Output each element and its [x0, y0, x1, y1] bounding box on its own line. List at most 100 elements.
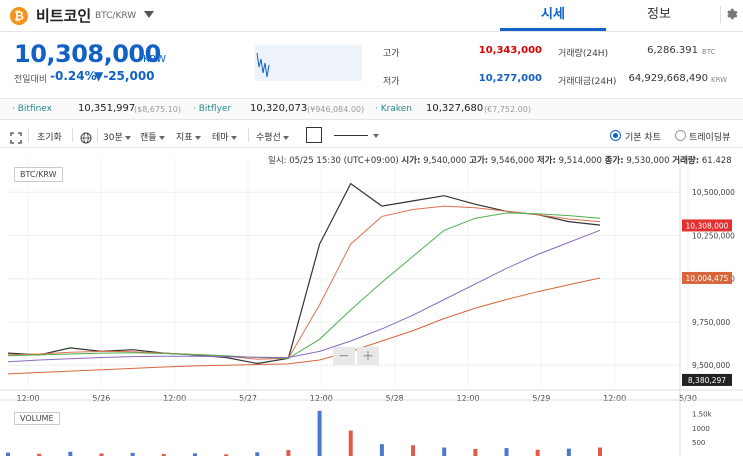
x-tick-label: 12:00 — [16, 394, 39, 403]
y-tick-label: 10,500,000 — [692, 188, 735, 197]
ohlc-open: 9,540,000 — [423, 156, 467, 166]
line-color-picker[interactable] — [306, 127, 322, 143]
volume-bar — [317, 410, 322, 456]
toolbar-divider — [28, 128, 29, 142]
indicator-label: 지표 — [176, 133, 193, 143]
exchange-name: · Kraken — [375, 104, 412, 114]
volume-bar — [411, 445, 416, 456]
volume-bar — [379, 444, 384, 456]
horizontal-line-label: 수평선 — [256, 133, 281, 143]
change-label: 전일대비 — [14, 75, 48, 85]
exchange-sub-price: (¥946,084.00) — [307, 105, 365, 114]
exchange-sub-price: (€7,752.00) — [484, 105, 531, 114]
volume-bar — [68, 451, 73, 456]
coin-pair: BTC/KRW — [95, 11, 137, 21]
interval-label: 30분 — [103, 133, 123, 143]
chevron-down-icon — [124, 135, 131, 140]
x-tick-label: 12:00 — [163, 394, 186, 403]
x-tick-label: 12:00 — [456, 394, 479, 403]
volume-bar — [130, 452, 135, 456]
x-tick-label: 5/27 — [239, 394, 257, 403]
basic-chart-radio[interactable] — [610, 130, 621, 141]
ohlc-date: 05/25 15:30 (UTC+09:00) — [289, 156, 399, 166]
volume-bar — [535, 449, 540, 456]
price-chart[interactable]: 10,500,00010,250,00010,000,0009,750,0009… — [0, 150, 743, 460]
exchange-name: · Bitflyer — [193, 104, 232, 114]
amount-unit: KRW — [711, 76, 728, 84]
price-tag-label: 8,380,297 — [688, 376, 726, 385]
exchange-price: 10,320,073 — [250, 103, 308, 114]
globe-icon[interactable] — [80, 129, 92, 148]
volume-tick-label: 1.50k — [692, 411, 713, 419]
chevron-down-icon — [158, 135, 165, 140]
zoom-in-button[interactable]: + — [357, 347, 379, 365]
ohlc-close: 9,530,000 — [626, 156, 670, 166]
change-amount: ▼-25,000 — [94, 69, 155, 83]
ohlc-volume: 61.428 — [701, 156, 732, 166]
exchange-price: 10,327,680 — [426, 103, 484, 114]
theme-select[interactable]: 테마 — [212, 130, 237, 143]
chevron-down-icon — [230, 135, 237, 140]
indicator-select[interactable]: 지표 — [176, 130, 201, 143]
horizontal-line-select[interactable]: 수평선 — [256, 130, 289, 143]
chart-axes: 10,500,00010,250,00010,000,0009,750,0009… — [0, 158, 743, 456]
tradingview-radio[interactable] — [675, 130, 686, 141]
volume-bar — [348, 430, 353, 456]
series-line — [7, 212, 601, 359]
price-tag-label: 10,308,000 — [686, 221, 729, 230]
chevron-down-icon — [194, 135, 201, 140]
high-label: 고가 — [383, 49, 400, 59]
amount-label: 거래대금(24H) — [558, 77, 617, 87]
x-tick-label: 12:00 — [603, 394, 626, 403]
zoom-out-button[interactable]: − — [333, 347, 355, 365]
chevron-down-icon[interactable] — [373, 134, 379, 138]
tab-market[interactable]: 시세 — [500, 0, 606, 31]
candle-select[interactable]: 캔들 — [140, 130, 165, 143]
ohlc-info: 일시: 05/25 15:30 (UTC+09:00) 시가: 9,540,00… — [268, 154, 732, 166]
volume-bars — [6, 410, 602, 456]
ohlc-date-label: 일시: — [268, 156, 287, 166]
ohlc-high-label: 고가: — [469, 156, 489, 166]
exchange-sub-price: ($8,675.10) — [134, 105, 181, 114]
basic-chart-label[interactable]: 기본 차트 — [625, 130, 661, 143]
y-tick-label: 10,250,000 — [692, 231, 735, 240]
ohlc-open-label: 시가: — [401, 156, 421, 166]
ohlc-volume-label: 거래량: — [672, 156, 700, 166]
low-label: 저가 — [383, 77, 400, 87]
line-style-select[interactable] — [334, 135, 368, 136]
volume-tick-label: 1000 — [692, 425, 710, 433]
x-tick-label: 5/26 — [92, 394, 110, 403]
gear-icon[interactable] — [720, 6, 738, 24]
series-line — [7, 205, 601, 360]
volume-bar — [224, 454, 229, 456]
price-tag-label: 10,004,475 — [686, 274, 729, 283]
volume-bar — [99, 453, 104, 456]
chevron-down-icon[interactable] — [144, 11, 154, 18]
series-line — [7, 182, 601, 365]
volume-bar — [473, 448, 478, 456]
volume-tick-label: 500 — [692, 439, 705, 447]
tradingview-label[interactable]: 트레이딩뷰 — [689, 130, 730, 143]
series-line — [7, 277, 601, 375]
toolbar-divider — [72, 128, 73, 142]
exchange-name: · Bitfinex — [12, 104, 53, 114]
theme-label: 테마 — [212, 133, 229, 143]
volume-bar — [442, 447, 447, 456]
ohlc-high: 9,546,000 — [490, 156, 535, 166]
volume-bar — [161, 454, 166, 456]
reset-button[interactable]: 초기화 — [37, 130, 62, 143]
volume-bar — [37, 453, 42, 456]
mini-chart — [255, 45, 362, 81]
fullscreen-icon[interactable] — [10, 129, 22, 148]
high-value: 10,343,000 — [478, 45, 542, 56]
interval-select[interactable]: 30분 — [103, 130, 131, 143]
volume-bar — [504, 448, 509, 456]
chart-pair-badge: BTC/KRW — [14, 167, 63, 182]
candle-label: 캔들 — [140, 133, 157, 143]
x-tick-label: 12:00 — [310, 394, 333, 403]
x-tick-label: 5/30 — [679, 394, 697, 403]
tab-info[interactable]: 정보 — [606, 0, 712, 31]
volume-bar — [6, 452, 10, 456]
x-tick-label: 5/29 — [532, 394, 550, 403]
volume-badge: VOLUME — [14, 412, 60, 425]
